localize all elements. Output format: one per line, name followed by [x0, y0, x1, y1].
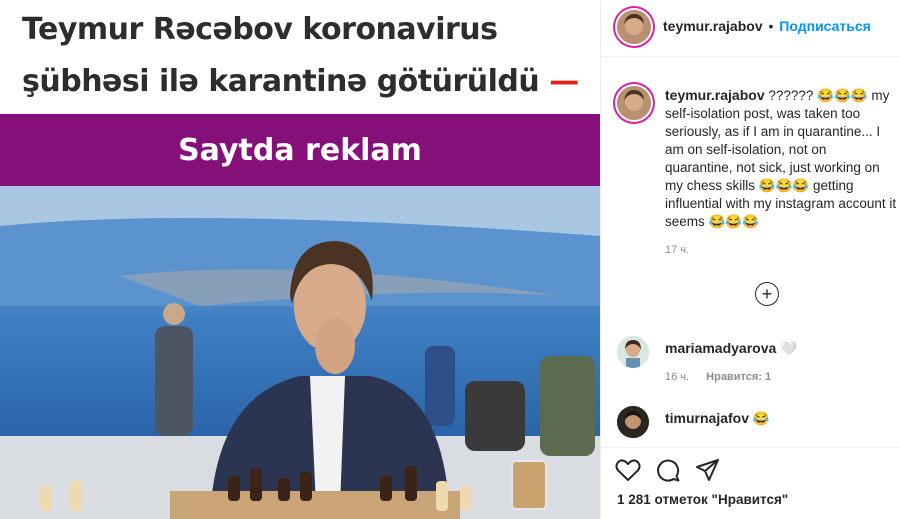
actions-divider [601, 447, 899, 448]
post-sidebar: teymur.rajabov • Подписаться teymur.raja… [601, 0, 899, 519]
chess-photo [0, 186, 600, 519]
avatar-face-icon [617, 86, 651, 120]
comment-text: 😂 [752, 411, 770, 426]
comment-text: 🤍 [780, 341, 797, 356]
plus-circle-icon: + [761, 284, 773, 304]
caption-username[interactable]: teymur.rajabov [665, 87, 765, 103]
headline-text: Teymur Rəcəbov koronavirus şübhəsi ilə k… [22, 12, 540, 99]
author-avatar[interactable] [617, 10, 651, 44]
comment-username[interactable]: mariamadyarova [665, 340, 776, 356]
share-icon[interactable] [695, 458, 721, 487]
caption-timestamp[interactable]: 17 ч. [665, 244, 689, 256]
ad-banner: Saytda reklam [0, 114, 600, 186]
photo-illustration [0, 186, 600, 519]
likes-count[interactable]: 1 281 отметок "Нравится" [617, 492, 788, 507]
post-header: teymur.rajabov • Подписаться [601, 0, 899, 57]
comment-username[interactable]: timurnajafov [665, 410, 749, 426]
caption-text: ?????? 😂😂😂 my self-isolation post, was t… [665, 88, 897, 229]
comment-icon[interactable] [655, 457, 681, 488]
heart-icon[interactable] [615, 458, 641, 487]
post-caption: teymur.rajabov ?????? 😂😂😂 my self-isolat… [665, 86, 897, 231]
comment-likes[interactable]: Нравится: 1 [706, 371, 771, 383]
avatar-face-icon [617, 336, 649, 368]
post-actions [615, 455, 721, 489]
comment-timestamp[interactable]: 16 ч. [665, 371, 689, 383]
load-more-comments-button[interactable]: + [755, 282, 779, 306]
commenter-avatar[interactable] [617, 336, 649, 368]
header-separator: • [768, 18, 774, 34]
commenter-avatar[interactable] [617, 406, 649, 438]
avatar-face-icon [617, 406, 649, 438]
caption-avatar[interactable] [617, 86, 651, 120]
author-username[interactable]: teymur.rajabov [663, 18, 763, 34]
follow-button[interactable]: Подписаться [779, 18, 871, 34]
post-image[interactable]: Teymur Rəcəbov koronavirus şübhəsi ilə k… [0, 0, 600, 519]
avatar-face-icon [617, 10, 651, 44]
